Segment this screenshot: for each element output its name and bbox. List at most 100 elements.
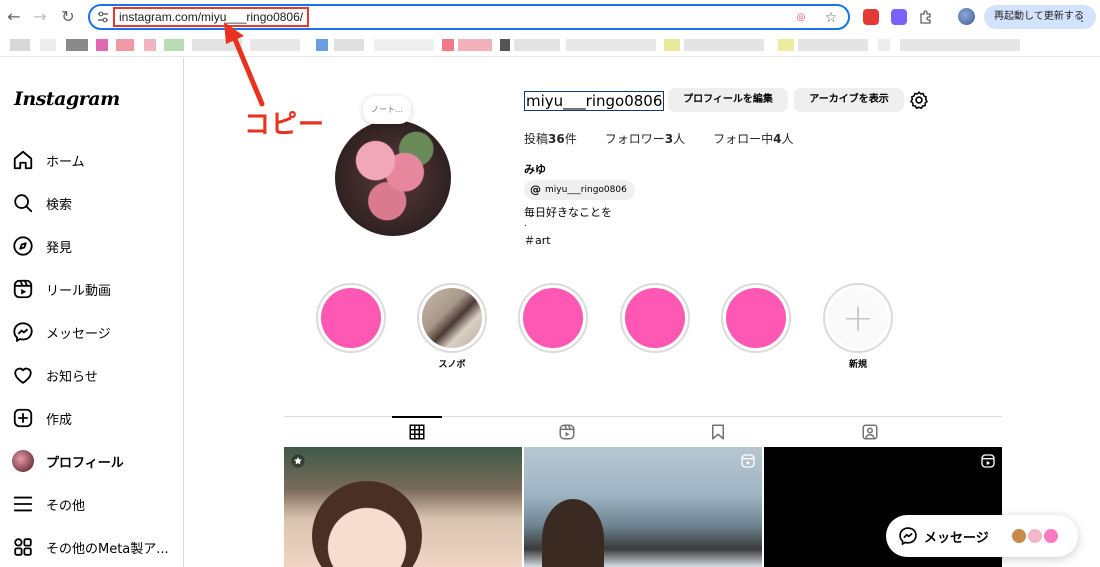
bookmark-item[interactable]	[40, 39, 56, 51]
back-arrow-icon[interactable]: ←	[4, 7, 24, 27]
avatar	[1042, 527, 1060, 545]
edit-profile-button[interactable]: プロフィールを編集	[668, 88, 788, 112]
messenger-icon	[13, 322, 33, 343]
compass-icon	[13, 236, 33, 256]
sidebar-item-home[interactable]: ホーム	[12, 145, 177, 175]
bookmark-item[interactable]	[66, 39, 88, 51]
reload-icon[interactable]: ↻	[58, 7, 78, 27]
sidebar-item-profile[interactable]: プロフィール	[12, 446, 177, 476]
bookmark-item[interactable]	[500, 39, 510, 51]
messages-label: メッセージ	[924, 531, 989, 546]
bookmark-item[interactable]	[778, 39, 794, 51]
highlight-ring	[620, 283, 690, 353]
bio-line: 毎日好きなことを	[524, 206, 612, 219]
forward-arrow-icon[interactable]: →	[30, 7, 50, 27]
sidebar-item-label: お知らせ	[46, 369, 98, 385]
bio-hashtag[interactable]: ＃art	[524, 232, 551, 248]
sidebar-item-label: 発見	[46, 240, 73, 256]
bookmark-item[interactable]	[192, 39, 242, 51]
bookmarks-bar	[0, 33, 1100, 57]
threads-icon: @	[530, 183, 541, 196]
bookmark-item[interactable]	[96, 39, 108, 51]
tagged-icon	[862, 424, 878, 440]
youtube-extension-icon[interactable]	[863, 9, 879, 25]
grid-icon	[409, 424, 425, 440]
story-highlight[interactable]	[316, 283, 386, 369]
bookmark-item[interactable]	[878, 39, 890, 51]
tab-posts[interactable]	[392, 416, 442, 446]
browser-profile-avatar[interactable]	[958, 8, 975, 25]
profile-avatar[interactable]	[335, 120, 451, 236]
tab-saved[interactable]	[693, 417, 743, 447]
posts-count: 投稿36件	[524, 132, 577, 146]
bookmark-item[interactable]	[684, 39, 764, 51]
bookmark-item[interactable]	[664, 39, 680, 51]
highlight-caption: スノボ	[438, 360, 466, 370]
address-bar[interactable]: instagram.com/miyu___ringo0806/ ◎ ☆	[88, 4, 850, 30]
threads-handle: miyu___ringo0806	[545, 185, 627, 195]
browser-menu-icon[interactable]: ⋮	[1076, 5, 1088, 29]
sidebar-item-messages[interactable]: メッセージ	[12, 317, 177, 347]
bookmark-item[interactable]	[164, 39, 184, 51]
following-count[interactable]: フォロー中4人	[713, 130, 793, 147]
reels-icon	[13, 279, 33, 299]
note-bubble[interactable]: ノート...	[363, 96, 411, 124]
instagram-logo[interactable]: Instagram	[14, 88, 120, 110]
pin-icon	[291, 454, 305, 468]
bookmark-item[interactable]	[442, 39, 454, 51]
bookmark-item[interactable]	[566, 39, 656, 51]
restart-update-label: 再起動して更新する	[994, 11, 1084, 22]
sidebar-item-label: メッセージ	[46, 326, 111, 342]
annotation-label: コピー	[244, 110, 326, 140]
view-archive-button[interactable]: アーカイブを表示	[794, 88, 904, 112]
bookmark-star-icon[interactable]: ☆	[822, 9, 840, 27]
apps-icon	[14, 538, 32, 556]
site-settings-icon[interactable]	[96, 10, 110, 24]
bookmark-item[interactable]	[798, 39, 868, 51]
messages-floating-button[interactable]: メッセージ	[886, 515, 1078, 557]
sidebar-item-explore[interactable]: 発見	[12, 231, 177, 261]
sidebar-item-meta-apps[interactable]: その他のMeta製ア...	[12, 532, 177, 562]
highlight-caption	[620, 357, 690, 369]
sidebar-item-more[interactable]: その他	[12, 489, 177, 519]
sidebar-item-label: ホーム	[46, 154, 85, 170]
bookmark-item[interactable]	[374, 39, 434, 51]
bookmark-item[interactable]	[334, 39, 364, 51]
followers-count[interactable]: フォロワー3人	[605, 130, 685, 147]
story-highlight[interactable]: スノボ	[417, 283, 487, 370]
bookmark-item[interactable]	[458, 39, 492, 51]
instagram-app-icon[interactable]: ◎	[792, 9, 810, 27]
sidebar-item-notifications[interactable]: お知らせ	[12, 360, 177, 390]
bookmark-item[interactable]	[10, 39, 30, 51]
post-thumbnail[interactable]	[284, 447, 522, 567]
highlight-caption	[518, 357, 588, 369]
reels-icon	[559, 424, 575, 440]
new-highlight-button[interactable]: + 新規	[823, 283, 893, 370]
story-highlight[interactable]	[620, 283, 690, 369]
highlight-ring	[316, 283, 386, 353]
story-highlight[interactable]	[721, 283, 791, 369]
extension-icon[interactable]	[891, 9, 907, 25]
bookmark-item[interactable]	[250, 39, 300, 51]
highlight-cover	[422, 288, 482, 348]
puzzle-extensions-icon[interactable]	[918, 9, 934, 25]
tab-reels[interactable]	[542, 417, 592, 447]
highlight-cover	[726, 288, 786, 348]
browser-toolbar: ← → ↻ instagram.com/miyu___ringo0806/ ◎ …	[0, 0, 1100, 33]
sidebar-item-reels[interactable]: リール動画	[12, 274, 177, 304]
bookmark-item[interactable]	[116, 39, 134, 51]
tab-tagged[interactable]	[845, 417, 895, 447]
url-text[interactable]: instagram.com/miyu___ringo0806/	[113, 7, 310, 27]
gear-icon[interactable]	[909, 90, 929, 110]
bookmark-item[interactable]	[514, 39, 560, 51]
bookmark-item[interactable]	[316, 39, 328, 51]
restart-update-button[interactable]: 再起動して更新する ⋮	[984, 5, 1096, 29]
sidebar-item-create[interactable]: 作成	[12, 403, 177, 433]
bookmark-item[interactable]	[900, 39, 1020, 51]
threads-badge[interactable]: @ miyu___ringo0806	[524, 180, 635, 200]
plus-icon: +	[828, 288, 888, 348]
post-thumbnail[interactable]	[524, 447, 762, 567]
sidebar-item-search[interactable]: 検索	[12, 188, 177, 218]
bookmark-item[interactable]	[144, 39, 156, 51]
story-highlight[interactable]	[518, 283, 588, 369]
